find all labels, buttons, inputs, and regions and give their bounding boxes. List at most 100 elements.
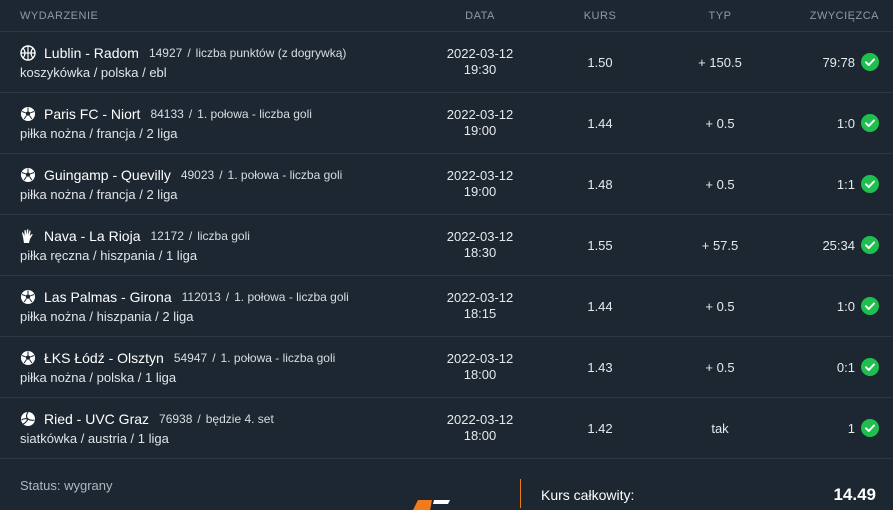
result-score: 1:1 — [836, 176, 855, 192]
event-id: 54947 — [173, 350, 208, 365]
market-name: liczba punktów (z dogrywką) — [195, 45, 347, 60]
event-date: 2022-03-12 — [446, 290, 514, 305]
event-date: 2022-03-12 — [446, 229, 514, 244]
bet-row[interactable]: Paris FC - Niort 84133 / 1. połowa - liczba… — [0, 93, 893, 154]
event-date: 2022-03-12 — [446, 351, 514, 366]
market-name: 1. połowa - liczba goli — [234, 289, 349, 304]
header-event: WYDARZENIE — [20, 9, 99, 22]
market-name: będzie 4. set — [205, 411, 274, 426]
event-cell: Lublin - Radom 14927 / liczba punktów (z do… — [0, 45, 420, 80]
separator: / — [212, 350, 216, 365]
bet-row[interactable]: Ried - UVC Graz 76938 / będzie 4. set siatkó… — [0, 398, 893, 459]
total-odds-value: 14.49 — [833, 485, 876, 504]
event-time: 18:30 — [463, 245, 497, 260]
league-path: piłka nożna / polska / 1 liga — [20, 369, 177, 385]
check-icon — [861, 358, 879, 376]
pick-cell: + 0.5 — [705, 359, 735, 375]
separator: / — [225, 289, 230, 304]
market-name: 1. połowa - liczba goli — [227, 167, 343, 182]
bet-row[interactable]: ŁKS Łódź - Olsztyn 54947 / 1. połowa - licz… — [0, 337, 893, 398]
date-cell: 2022-03-12 18:15 — [420, 290, 540, 322]
league-path: piłka ręczna / hiszpania / 1 liga — [20, 247, 198, 263]
check-icon — [861, 419, 879, 437]
event-cell: ŁKS Łódź - Olsztyn 54947 / 1. połowa - licz… — [0, 350, 420, 385]
check-icon — [861, 175, 879, 193]
match-name[interactable]: Lublin - Radom — [44, 45, 139, 61]
event-time: 18:00 — [463, 367, 497, 382]
event-cell: Nava - La Rioja 12172 / liczba goli piłka rę… — [0, 228, 420, 263]
league-path: koszykówka / polska / ebl — [20, 64, 167, 80]
event-cell: Paris FC - Niort 84133 / 1. połowa - liczba… — [0, 106, 420, 141]
event-time: 18:00 — [463, 428, 497, 443]
event-id: 76938 — [159, 411, 193, 426]
check-icon — [861, 297, 879, 315]
market-name: 1. połowa - liczba goli — [220, 350, 336, 365]
match-name[interactable]: Guingamp - Quevilly — [44, 167, 171, 183]
result-score: 1:0 — [836, 115, 855, 131]
football-icon — [20, 106, 36, 122]
league-path: piłka nożna / francja / 2 liga — [20, 125, 178, 141]
pick-cell: + 0.5 — [705, 298, 735, 314]
event-date: 2022-03-12 — [446, 46, 514, 61]
result-score: 0:1 — [836, 359, 855, 375]
header-date: DATA — [465, 9, 495, 22]
result-cell: 25:34 — [780, 236, 893, 254]
market-name: liczba goli — [197, 228, 250, 243]
odds-cell: 1.43 — [587, 359, 613, 375]
date-cell: 2022-03-12 19:30 — [420, 46, 540, 78]
separator: / — [219, 167, 223, 182]
event-id: 12172 — [150, 228, 184, 243]
check-icon — [861, 236, 879, 254]
volleyball-icon — [20, 411, 36, 427]
match-name[interactable]: ŁKS Łódź - Olsztyn — [44, 350, 164, 366]
event-cell: Ried - UVC Graz 76938 / będzie 4. set siatkó… — [0, 411, 420, 446]
date-cell: 2022-03-12 18:00 — [420, 351, 540, 383]
bet-row[interactable]: Nava - La Rioja 12172 / liczba goli piłka rę… — [0, 215, 893, 276]
odds-cell: 1.48 — [587, 176, 613, 192]
result-score: 1:0 — [836, 298, 855, 314]
match-name[interactable]: Las Palmas - Girona — [44, 289, 172, 305]
event-cell: Las Palmas - Girona 112013 / 1. połowa - li… — [0, 289, 420, 324]
event-date: 2022-03-12 — [446, 168, 514, 183]
result-cell: 1:0 — [780, 114, 893, 132]
pick-cell: + 150.5 — [698, 54, 742, 70]
event-time: 19:00 — [463, 184, 497, 199]
odds-cell: 1.55 — [587, 237, 613, 253]
result-cell: 1 — [780, 419, 893, 437]
table-header: WYDARZENIE DATA KURS TYP ZWYCIĘZCA — [0, 0, 893, 32]
date-cell: 2022-03-12 19:00 — [420, 168, 540, 200]
summary-divider — [520, 479, 521, 508]
odds-cell: 1.44 — [587, 298, 613, 314]
match-name[interactable]: Paris FC - Niort — [44, 106, 140, 122]
odds-cell: 1.50 — [587, 54, 613, 70]
event-id: 14927 — [148, 45, 183, 60]
date-cell: 2022-03-12 18:30 — [420, 229, 540, 261]
bet-row[interactable]: Guingamp - Quevilly 49023 / 1. połowa - lic… — [0, 154, 893, 215]
result-cell: 1:1 — [780, 175, 893, 193]
total-odds-label: Kurs całkowity: — [541, 487, 635, 503]
league-path: piłka nożna / francja / 2 liga — [20, 186, 178, 202]
odds-cell: 1.44 — [587, 115, 613, 131]
event-time: 19:30 — [463, 62, 497, 77]
league-path: siatkówka / austria / 1 liga — [20, 430, 169, 446]
result-score: 25:34 — [822, 237, 855, 253]
separator: / — [187, 45, 191, 60]
match-name[interactable]: Ried - UVC Graz — [44, 411, 149, 427]
bet-row[interactable]: Lublin - Radom 14927 / liczba punktów (z do… — [0, 32, 893, 93]
separator: / — [197, 411, 201, 426]
odds-cell: 1.42 — [587, 420, 613, 436]
header-kurs: KURS — [583, 9, 617, 22]
separator: / — [188, 228, 193, 243]
bet-row[interactable]: Las Palmas - Girona 112013 / 1. połowa - li… — [0, 276, 893, 337]
result-cell: 0:1 — [780, 358, 893, 376]
header-typ: TYP — [708, 9, 732, 22]
bet-list: Lublin - Radom 14927 / liczba punktów (z do… — [0, 32, 893, 459]
handball-icon — [20, 228, 36, 244]
date-cell: 2022-03-12 19:00 — [420, 107, 540, 139]
pick-cell: + 0.5 — [705, 115, 735, 131]
bet-summary: Status: wygrany Kurs całkowity: 14.49 — [0, 459, 893, 510]
separator: / — [188, 106, 193, 121]
event-cell: Guingamp - Quevilly 49023 / 1. połowa - lic… — [0, 167, 420, 202]
event-time: 18:15 — [463, 306, 497, 321]
match-name[interactable]: Nava - La Rioja — [44, 228, 141, 244]
